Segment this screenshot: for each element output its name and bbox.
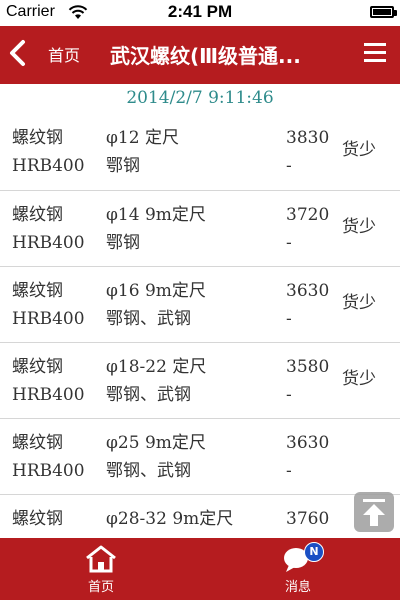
product-grade: HRB400 xyxy=(12,233,85,253)
notification-badge: N xyxy=(304,542,324,562)
product-name-cell: 螺纹钢 HRB400 xyxy=(12,277,85,333)
price-change: - xyxy=(286,461,292,481)
stock-status: 货少 xyxy=(342,293,376,313)
list-item[interactable]: 螺纹钢 HRB400 φ25 9m定尺 鄂钢、武钢 3630 - xyxy=(0,418,400,494)
product-spec: φ18-22 定尺 xyxy=(106,357,207,377)
price-change: - xyxy=(286,309,292,329)
product-name: 螺纹钢 xyxy=(12,433,63,453)
stock-status: 货少 xyxy=(342,369,376,389)
product-price-cell: 3580 - xyxy=(286,353,329,409)
product-grade: HRB400 xyxy=(12,156,85,176)
product-grade: HRB400 xyxy=(12,461,85,481)
product-name-cell: 螺纹钢 HRB400 xyxy=(12,124,85,180)
product-mill: 鄂钢、武钢 xyxy=(106,461,191,481)
product-price: 3580 xyxy=(286,357,330,377)
product-spec-cell: φ12 定尺 鄂钢 xyxy=(106,124,179,180)
product-name: 螺纹钢 xyxy=(12,509,63,529)
status-time: 2:41 PM xyxy=(167,2,233,21)
product-spec: φ25 9m定尺 xyxy=(106,433,206,453)
stock-status: 货少 xyxy=(342,140,376,160)
product-price: 3630 xyxy=(286,433,330,453)
nav-bar: 首页 武汉螺纹(Ⅲ级普通... xyxy=(0,26,400,84)
price-list: 螺纹钢 HRB400 φ12 定尺 鄂钢 3830 - 货少 螺纹钢 HRB40… xyxy=(0,114,400,570)
product-name-cell: 螺纹钢 HRB400 xyxy=(12,353,85,409)
product-mill: 鄂钢、武钢 xyxy=(106,385,191,405)
product-price: 3830 xyxy=(286,128,330,148)
product-spec-cell: φ28-32 9m定尺 xyxy=(106,505,233,533)
product-spec: φ14 9m定尺 xyxy=(106,205,206,225)
product-name-cell: 螺纹钢 HRB400 xyxy=(12,429,85,485)
product-spec-cell: φ16 9m定尺 鄂钢、武钢 xyxy=(106,277,206,333)
product-name-cell: 螺纹钢 HRB400 xyxy=(12,201,85,257)
list-item[interactable]: 螺纹钢 HRB400 φ12 定尺 鄂钢 3830 - 货少 xyxy=(0,114,400,190)
scroll-top-button[interactable] xyxy=(354,492,394,532)
product-spec-cell: φ14 9m定尺 鄂钢 xyxy=(106,201,206,257)
list-item[interactable]: 螺纹钢 HRB400 φ18-22 定尺 鄂钢、武钢 3580 - 货少 xyxy=(0,342,400,418)
tab-messages[interactable]: N 消息 xyxy=(258,542,338,595)
product-spec: φ16 9m定尺 xyxy=(106,281,206,301)
home-icon xyxy=(86,545,116,573)
product-grade: HRB400 xyxy=(12,309,85,329)
product-spec-cell: φ25 9m定尺 鄂钢、武钢 xyxy=(106,429,206,485)
update-timestamp: 2014/2/7 9:11:46 xyxy=(126,88,274,108)
tab-messages-label: 消息 xyxy=(284,580,311,595)
tab-home-label: 首页 xyxy=(87,580,114,595)
product-name: 螺纹钢 xyxy=(12,357,63,377)
product-price-cell: 3630 - xyxy=(286,277,329,333)
list-item[interactable]: 螺纹钢 HRB400 φ14 9m定尺 鄂钢 3720 - 货少 xyxy=(0,190,400,266)
product-mill: 鄂钢 xyxy=(106,233,140,253)
product-mill: 鄂钢、武钢 xyxy=(106,309,191,329)
product-price-cell: 3630 - xyxy=(286,429,329,485)
chevron-left-icon[interactable] xyxy=(6,38,30,68)
product-name: 螺纹钢 xyxy=(12,281,63,301)
stock-status: 货少 xyxy=(342,217,376,237)
product-spec: φ28-32 9m定尺 xyxy=(106,509,234,529)
page-title: 武汉螺纹(Ⅲ级普通... xyxy=(110,44,301,68)
home-link[interactable]: 首页 xyxy=(48,42,80,66)
product-name-cell: 螺纹钢 xyxy=(12,505,63,533)
product-grade: HRB400 xyxy=(12,385,85,405)
product-price: 3630 xyxy=(286,281,330,301)
battery-icon xyxy=(370,6,397,18)
tab-home[interactable]: 首页 xyxy=(61,544,141,595)
product-name: 螺纹钢 xyxy=(12,205,63,225)
product-spec-cell: φ18-22 定尺 鄂钢、武钢 xyxy=(106,353,206,409)
price-change: - xyxy=(286,233,292,253)
product-name: 螺纹钢 xyxy=(12,128,63,148)
product-price-cell: 3720 - xyxy=(286,201,329,257)
price-change: - xyxy=(286,385,292,405)
product-price-cell: 3830 - xyxy=(286,124,329,180)
arrow-up-icon xyxy=(363,499,385,526)
product-mill: 鄂钢 xyxy=(106,156,140,176)
status-bar: Carrier 2:41 PM xyxy=(0,0,400,26)
product-price: 3720 xyxy=(286,205,330,225)
product-price-cell: 3760 xyxy=(286,505,329,533)
product-price: 3760 xyxy=(286,509,330,529)
list-item[interactable]: 螺纹钢 HRB400 φ16 9m定尺 鄂钢、武钢 3630 - 货少 xyxy=(0,266,400,342)
product-spec: φ12 定尺 xyxy=(106,128,179,148)
hamburger-icon[interactable] xyxy=(364,43,386,63)
price-change: - xyxy=(286,156,292,176)
tab-bar: 首页 N 消息 xyxy=(0,538,400,600)
